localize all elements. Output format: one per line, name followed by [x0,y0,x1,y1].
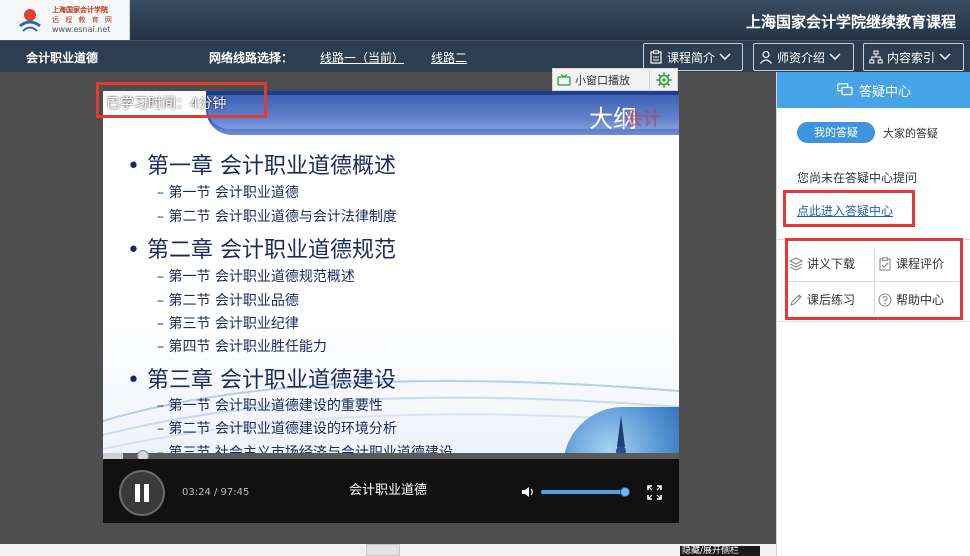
volume-slider[interactable] [541,487,630,497]
content-index-button[interactable]: 内容索引 [863,43,964,71]
lecture-slide: 大纲 会计 • 第一章 会计职业道德概述 – 第一节 会计职业道德 – 第二节 会计… [103,91,679,455]
slide-chapter-line: • 第一章 会计职业道德概述 [127,154,396,179]
qa-center-title: 答疑中心 [858,84,911,100]
mini-window-button[interactable]: 小窗口播放 [557,72,630,88]
study-time-highlight [96,82,267,118]
slide-section-line: – 第四节 会计职业胜任能力 [157,339,327,355]
time-display: 03:24 / 97:45 [182,487,250,498]
chat-bubbles-icon [837,83,853,97]
logo-line-2: 远 程 教 育 网 [52,16,114,24]
course-intro-button[interactable]: 课程简介 [643,43,743,71]
logo-url: www.esnai.net [52,25,111,34]
tab-my-questions[interactable]: 我的答疑 [797,122,875,143]
volume-icon[interactable] [521,486,535,498]
slide-section-line: – 第一节 会计职业道德建设的重要性 [157,398,383,414]
video-title: 会计职业道德 [349,483,428,498]
sidebar-divider [777,321,970,322]
person-icon [760,50,772,64]
logo-emblem-icon [19,9,41,32]
fullscreen-icon[interactable] [647,485,662,500]
course-intro-label: 课程简介 [667,50,716,65]
teacher-intro-label: 师资介绍 [777,50,826,65]
mini-window-bar: 小窗口播放 [552,68,678,91]
nav-bar: 会计职业道德 网络线路选择： 线路一（当前） 线路二 课程简介 师资介绍 内容索… [0,40,970,72]
pause-icon [135,484,140,502]
teacher-intro-button[interactable]: 师资介绍 [753,43,854,71]
chevron-down-icon [719,53,731,61]
tab-all-questions[interactable]: 大家的答疑 [883,125,938,141]
sitemap-icon [869,50,883,64]
slide-section-line: – 第二节 会计职业道德与会计法律制度 [157,209,397,225]
logo-line-1: 上海国家会计学院 [52,6,108,14]
slide-section-line: – 第一节 会计职业道德 [157,185,299,201]
content-index-label: 内容索引 [887,50,936,65]
pause-icon [144,484,149,502]
gear-icon[interactable] [656,72,672,88]
qa-center-header[interactable]: 答疑中心 [777,72,970,108]
clipboard-icon [650,50,662,64]
site-logo[interactable]: 上海国家会计学院 远 程 教 育 网 www.esnai.net [0,0,130,40]
qa-empty-message: 您尚未在答疑中心提问 [797,171,918,185]
slide-section-line: – 第二节 会计职业道德建设的环境分析 [157,421,397,437]
volume-handle[interactable] [620,487,630,497]
chevron-down-icon [939,53,951,61]
hide-sidebar-toggle[interactable]: 隐藏/展开侧栏 [680,546,760,556]
slide-chapter-line: • 第三章 会计职业道德建设 [127,368,396,393]
slide-chapter-line: • 第二章 会计职业道德规范 [127,238,396,263]
mini-window-label: 小窗口播放 [575,74,630,87]
route-label: 网络线路选择： [209,51,294,65]
route-2-link[interactable]: 线路二 [431,49,467,66]
course-name: 会计职业道德 [26,51,99,65]
site-title: 上海国家会计学院继续教育课程 [745,13,956,31]
mini-bar-divider [649,71,650,89]
enter-qa-highlight [783,190,915,227]
tv-icon [557,74,571,86]
slide-section-line: – 第一节 会计职业道德规范概述 [157,269,355,285]
volume-fill [541,490,625,494]
slide-section-line: – 第三节 会计职业纪律 [157,316,299,332]
slide-watermark: 会计 [625,109,661,130]
tools-highlight [785,238,963,320]
slide-section-line: – 第二节 会计职业品德 [157,293,299,309]
qa-sidebar: 答疑中心 我的答疑 大家的答疑 您尚未在答疑中心提问 点此进入答疑中心 讲义下载 [776,72,970,556]
chevron-down-icon [829,53,841,61]
top-header: 上海国家会计学院 远 程 教 育 网 www.esnai.net 上海国家会计学… [0,0,970,40]
player-controls: 03:24 / 97:45 会计职业道德 [103,459,679,523]
bottom-toggle-button[interactable] [366,544,400,556]
pause-button[interactable] [119,470,165,516]
route-1-link[interactable]: 线路一（当前） [320,49,404,66]
course-player-page: 上海国家会计学院 远 程 教 育 网 www.esnai.net 上海国家会计学… [0,0,970,556]
